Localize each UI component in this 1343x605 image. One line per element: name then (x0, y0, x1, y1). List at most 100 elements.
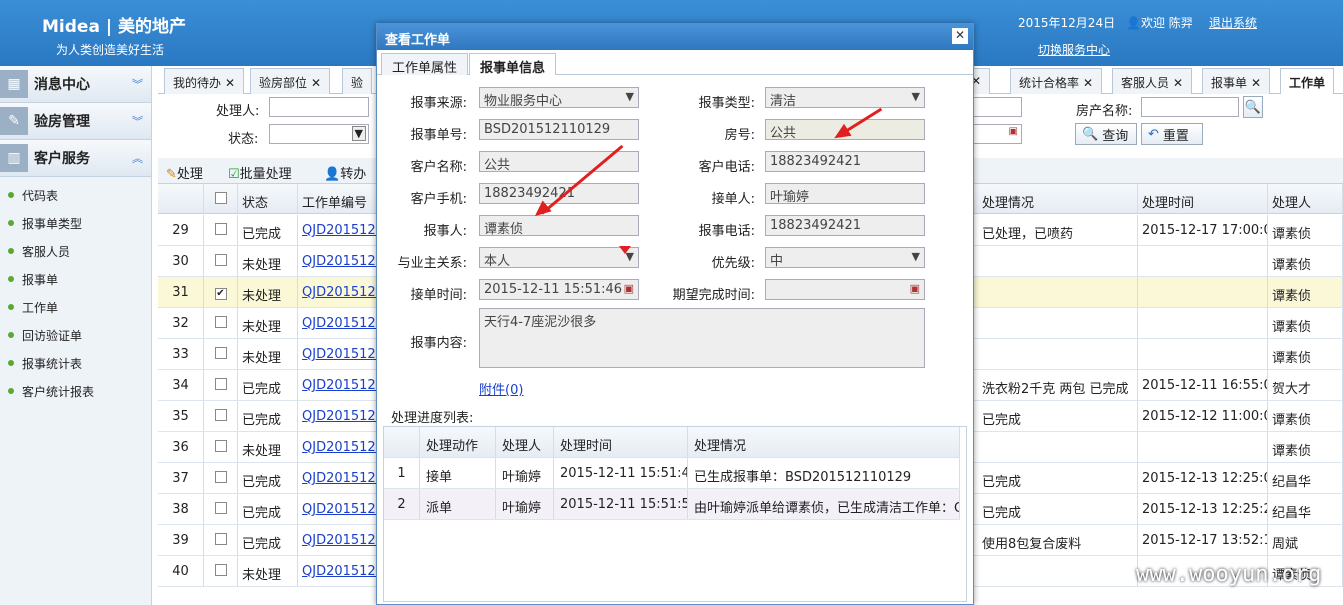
sidebar-item-code-table[interactable]: 代码表 (0, 181, 151, 209)
row-code[interactable]: QJD2015121 (298, 494, 378, 524)
sidebar-item-customer-stats[interactable]: 客户统计报表 (0, 377, 151, 405)
select-all-checkbox[interactable] (204, 184, 238, 213)
tab-service-staff[interactable]: 客服人员 ✕ (1112, 68, 1193, 94)
row-checkbox[interactable] (204, 246, 238, 276)
chevron-up-icon[interactable]: ︽ (132, 150, 143, 166)
row-checkbox[interactable] (204, 308, 238, 338)
phone-field[interactable]: 18823492421 (765, 151, 925, 172)
row-code[interactable]: QJD2015121 (298, 463, 378, 493)
sidebar-item-work-order[interactable]: 工作单 (0, 293, 151, 321)
header-person[interactable]: 处理人 (1268, 184, 1343, 213)
checkbox-icon[interactable] (214, 409, 227, 421)
checkbox-icon[interactable] (214, 564, 227, 576)
chevron-down-icon[interactable]: ︾ (132, 76, 143, 92)
report-phone-field[interactable]: 18823492421 (765, 215, 925, 236)
close-icon[interactable]: ✕ (1251, 76, 1261, 90)
expect-time-field[interactable]: ▣ (765, 279, 925, 300)
batch-process-button[interactable]: ☑批量处理 (228, 163, 292, 182)
sidebar-item-service-staff[interactable]: 客服人员 (0, 237, 151, 265)
progress-row[interactable]: 2 派单 叶瑜婷 2015-12-11 15:51:53 由叶瑜婷派单给谭素侦，… (384, 489, 960, 520)
checkbox-icon[interactable] (214, 471, 227, 483)
status-select[interactable]: ▼ (269, 124, 369, 144)
checkbox-icon[interactable] (214, 440, 227, 452)
type-select[interactable]: 清洁 ▼ (765, 87, 925, 108)
close-icon[interactable]: ✕ (1173, 76, 1183, 90)
date-input[interactable]: ▣ (972, 124, 1022, 144)
checkbox-icon[interactable] (214, 223, 227, 235)
row-code[interactable]: QJD2015122 (298, 556, 378, 586)
row-code[interactable]: QJD2015121 (298, 277, 378, 307)
handler-input[interactable] (269, 97, 369, 117)
row-checkbox[interactable] (204, 494, 238, 524)
row-code[interactable]: QJD2015121 (298, 215, 378, 245)
sidebar-item-report[interactable]: 报事单 (0, 265, 151, 293)
row-code[interactable]: QJD2015121 (298, 432, 378, 462)
content-field[interactable]: 天行4-7座泥沙很多 (479, 308, 925, 368)
tab-report[interactable]: 报事单 ✕ (1202, 68, 1271, 94)
close-icon[interactable]: ✕ (225, 76, 235, 90)
source-select[interactable]: 物业服务中心 ▼ (479, 87, 639, 108)
row-code[interactable]: QJD2015121 (298, 246, 378, 276)
tab-pass-rate[interactable]: 统计合格率 ✕ (1010, 68, 1103, 94)
reporter-field[interactable]: 谭素侦 (479, 215, 639, 236)
row-checkbox[interactable] (204, 215, 238, 245)
tab-work-order-properties[interactable]: 工作单属性 (381, 53, 469, 76)
row-checkbox[interactable] (204, 556, 238, 586)
row-checkbox[interactable] (204, 463, 238, 493)
relation-select[interactable]: 本人 ▼ (479, 247, 639, 268)
row-code[interactable]: QJD2015121 (298, 370, 378, 400)
search-icon[interactable]: 🔍 (1243, 96, 1263, 118)
sidebar-section-inspection[interactable]: ✎ 验房管理 ︾ (0, 103, 151, 140)
chevron-down-icon[interactable]: ▼ (351, 126, 366, 141)
tab-inspection[interactable]: 验 (342, 68, 373, 94)
sidebar-item-report-stats[interactable]: 报事统计表 (0, 349, 151, 377)
row-checkbox[interactable]: ✔ (204, 277, 238, 307)
close-icon[interactable]: ✕ (952, 28, 968, 44)
report-no-field[interactable]: BSD201512110129 (479, 119, 639, 140)
priority-select[interactable]: 中 ▼ (765, 247, 925, 268)
row-code[interactable]: QJD2015121 (298, 339, 378, 369)
row-code[interactable]: QJD2015121 (298, 308, 378, 338)
close-icon[interactable]: ✕ (1083, 76, 1093, 90)
query-button[interactable]: 🔍 查询 (1075, 123, 1137, 145)
tab-report-info[interactable]: 报事单信息 (469, 53, 557, 76)
checkbox-icon[interactable] (214, 378, 227, 390)
checkbox-icon[interactable] (214, 533, 227, 545)
sidebar-section-messages[interactable]: ▦ 消息中心 ︾ (0, 66, 151, 103)
checkbox-icon[interactable]: ✔ (214, 288, 227, 300)
received-time-field[interactable]: 2015-12-11 15:51:46 ▣ (479, 279, 639, 300)
row-checkbox[interactable] (204, 401, 238, 431)
row-code[interactable]: QJD2015121 (298, 525, 378, 555)
logout-link[interactable]: 退出系统 (1209, 16, 1257, 30)
calendar-icon[interactable]: ▣ (1009, 126, 1018, 137)
extra-input[interactable] (972, 97, 1022, 117)
checkbox-icon[interactable] (214, 347, 227, 359)
reset-button[interactable]: ↶ 重置 (1141, 123, 1203, 145)
sidebar-item-callback[interactable]: 回访验证单 (0, 321, 151, 349)
progress-row[interactable]: 1 接单 叶瑜婷 2015-12-11 15:51:46 已生成报事单：BSD2… (384, 458, 960, 489)
header-status[interactable]: 状态 (238, 184, 298, 213)
header-code[interactable]: 工作单编号 (298, 184, 378, 213)
sidebar-section-customer-service[interactable]: ▥ 客户服务 ︽ (0, 140, 151, 177)
checkbox-icon[interactable] (214, 316, 227, 328)
header-situation[interactable]: 处理情况 (978, 184, 1138, 213)
row-checkbox[interactable] (204, 370, 238, 400)
header-time[interactable]: 处理时间 (1138, 184, 1268, 213)
tab-my-todo[interactable]: 我的待办 ✕ (164, 68, 245, 94)
receiver-field[interactable]: 叶瑜婷 (765, 183, 925, 204)
tab-work-order[interactable]: 工作单 (1280, 68, 1335, 94)
transfer-button[interactable]: 👤转办 (324, 163, 366, 182)
row-checkbox[interactable] (204, 339, 238, 369)
checkbox-icon[interactable] (214, 502, 227, 514)
chevron-down-icon[interactable]: ︾ (132, 113, 143, 129)
process-button[interactable]: ✎处理 (166, 163, 203, 182)
row-checkbox[interactable] (204, 525, 238, 555)
tab-inspection-part[interactable]: 验房部位 ✕ (250, 68, 331, 94)
switch-center-link[interactable]: 切换服务中心 (1038, 43, 1110, 57)
row-checkbox[interactable] (204, 432, 238, 462)
property-input[interactable] (1141, 97, 1239, 117)
attachment-link[interactable]: 附件(0) (479, 379, 523, 398)
close-icon[interactable]: ✕ (311, 76, 321, 90)
checkbox-icon[interactable] (214, 254, 227, 266)
sidebar-item-report-type[interactable]: 报事单类型 (0, 209, 151, 237)
